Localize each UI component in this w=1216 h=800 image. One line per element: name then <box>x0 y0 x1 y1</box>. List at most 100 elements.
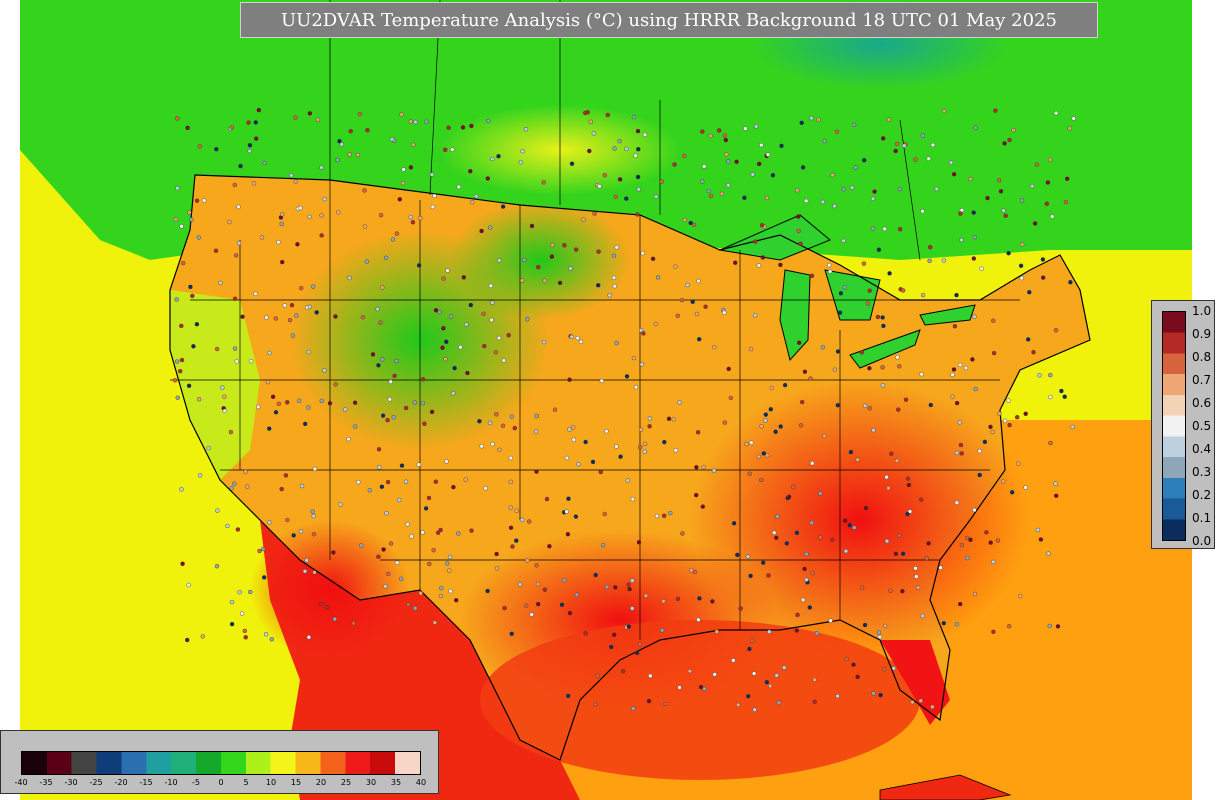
station-dot <box>367 488 372 493</box>
station-dot <box>984 530 989 535</box>
station-dot <box>938 565 943 570</box>
station-dot <box>380 357 385 362</box>
station-dot <box>332 616 337 622</box>
station-dot <box>1018 263 1024 268</box>
station-dot <box>336 210 341 215</box>
station-dot <box>607 293 612 298</box>
station-dot <box>449 314 454 319</box>
station-dot <box>175 185 180 191</box>
station-dot <box>432 620 437 625</box>
station-dot <box>566 496 571 501</box>
station-dot <box>380 413 386 418</box>
station-dot <box>972 507 977 513</box>
station-dot <box>971 210 976 215</box>
station-dot <box>757 161 762 167</box>
station-dot <box>630 496 635 502</box>
station-dot <box>970 357 975 362</box>
station-dot <box>880 383 886 388</box>
station-dot <box>635 174 641 180</box>
station-dot <box>799 120 804 126</box>
station-dot <box>590 459 596 465</box>
station-dot <box>948 160 954 165</box>
station-dot <box>913 157 918 162</box>
station-dot <box>403 405 409 411</box>
station-dot <box>547 544 552 549</box>
station-dot <box>690 299 695 304</box>
station-dot <box>748 346 754 352</box>
station-dot <box>832 367 837 372</box>
quality-tick-label: 0.3 <box>1192 465 1212 479</box>
station-dot <box>752 707 757 712</box>
station-dot <box>581 217 586 222</box>
station-dot <box>1048 394 1053 400</box>
station-dot <box>430 204 435 210</box>
station-dot <box>439 586 444 591</box>
station-dot <box>897 364 902 369</box>
station-dot <box>194 198 200 203</box>
station-dot <box>458 345 463 350</box>
station-dot <box>1002 418 1008 423</box>
station-dot <box>514 508 519 513</box>
station-dot <box>420 377 426 382</box>
station-dot <box>800 597 806 603</box>
station-dot <box>844 656 849 662</box>
station-dot <box>489 317 494 323</box>
station-dot <box>289 303 295 308</box>
station-dot <box>508 455 514 461</box>
quality-colorbar-strip <box>1162 311 1186 541</box>
station-dot <box>863 505 869 511</box>
station-dot <box>1071 116 1076 121</box>
station-dot <box>852 525 857 530</box>
station-dot <box>1007 422 1012 428</box>
station-dot <box>450 147 455 152</box>
station-dot <box>635 212 640 217</box>
station-dot <box>238 163 243 169</box>
station-dot <box>522 257 527 262</box>
station-dot <box>456 184 461 190</box>
station-dot <box>364 259 370 264</box>
station-dot <box>376 554 381 559</box>
station-dot <box>248 358 254 364</box>
station-dot <box>630 578 635 583</box>
station-dot <box>995 538 1001 543</box>
station-dot <box>1018 594 1023 599</box>
station-dot <box>694 492 699 498</box>
station-dot <box>408 214 413 220</box>
station-dot <box>851 122 857 128</box>
station-dot <box>541 339 547 345</box>
station-dot <box>319 165 324 170</box>
station-dot <box>776 700 782 705</box>
station-dot <box>951 172 957 177</box>
station-dot <box>954 292 959 298</box>
station-dot <box>884 474 889 480</box>
station-dot <box>882 667 887 672</box>
station-dot <box>578 339 584 345</box>
station-dot <box>1047 623 1052 629</box>
station-dot <box>559 602 565 607</box>
station-dot <box>673 264 678 269</box>
station-dot <box>596 283 601 288</box>
station-dot <box>701 464 706 470</box>
station-dot <box>378 320 383 325</box>
station-dot <box>798 241 803 247</box>
station-dot <box>1048 440 1053 446</box>
station-dot <box>759 222 765 228</box>
station-dot <box>502 605 507 611</box>
station-dot <box>626 624 632 629</box>
station-dot <box>700 179 705 184</box>
station-dot <box>534 413 539 419</box>
station-dot <box>1019 198 1025 203</box>
station-dot <box>822 138 827 144</box>
station-dot <box>763 412 768 417</box>
station-dot <box>175 395 180 400</box>
station-dot <box>248 589 253 595</box>
station-dot <box>708 133 713 139</box>
station-dot <box>816 117 821 123</box>
station-dot <box>496 154 501 159</box>
station-dot <box>897 186 902 192</box>
quality-tick-label: 0.9 <box>1192 327 1212 341</box>
station-dot <box>418 591 423 596</box>
station-dot <box>214 146 219 152</box>
station-dot <box>663 701 668 707</box>
station-dot <box>697 337 702 342</box>
